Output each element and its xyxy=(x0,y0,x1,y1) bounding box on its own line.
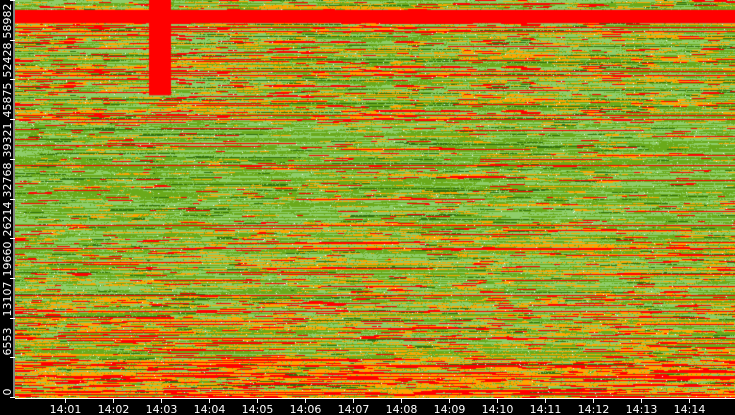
y-tick-label: 26214 xyxy=(1,202,14,237)
x-tick-label: 14:05 xyxy=(242,403,274,415)
y-tick-label: 0 xyxy=(1,389,14,396)
x-tick-label: 14:06 xyxy=(290,403,322,415)
x-tick-label: 14:02 xyxy=(98,403,130,415)
y-tick-label: 52428 xyxy=(1,43,14,78)
x-tick-label: 14:03 xyxy=(146,403,178,415)
x-tick-label: 14:01 xyxy=(50,403,82,415)
x-tick-label: 14:08 xyxy=(386,403,418,415)
y-tick-label: 32768 xyxy=(1,163,14,198)
heatmap-chart: 0 6553 13107 19660 26214 32768 39321 45875 52428… xyxy=(0,0,735,415)
y-tick-label: 6553 xyxy=(1,328,14,356)
x-tick-label: 14:07 xyxy=(338,403,370,415)
x-tick-label: 14:09 xyxy=(434,403,466,415)
x-tick-label: 14:11 xyxy=(530,403,562,415)
y-tick-label: 13107 xyxy=(1,282,14,317)
x-tick-label: 14:14 xyxy=(674,403,706,415)
x-tick-label: 14:12 xyxy=(578,403,610,415)
y-tick-label: 45875 xyxy=(1,83,14,118)
y-tick-label: 19660 xyxy=(1,242,14,277)
y-tick-label: 58982 xyxy=(1,4,14,39)
x-tick-label: 14:10 xyxy=(482,403,514,415)
x-tick-label: 14:13 xyxy=(626,403,658,415)
x-tick-label: 14:04 xyxy=(194,403,226,415)
axes: 0 6553 13107 19660 26214 32768 39321 45875 52428… xyxy=(1,0,735,415)
y-tick-label: 39321 xyxy=(1,123,14,158)
